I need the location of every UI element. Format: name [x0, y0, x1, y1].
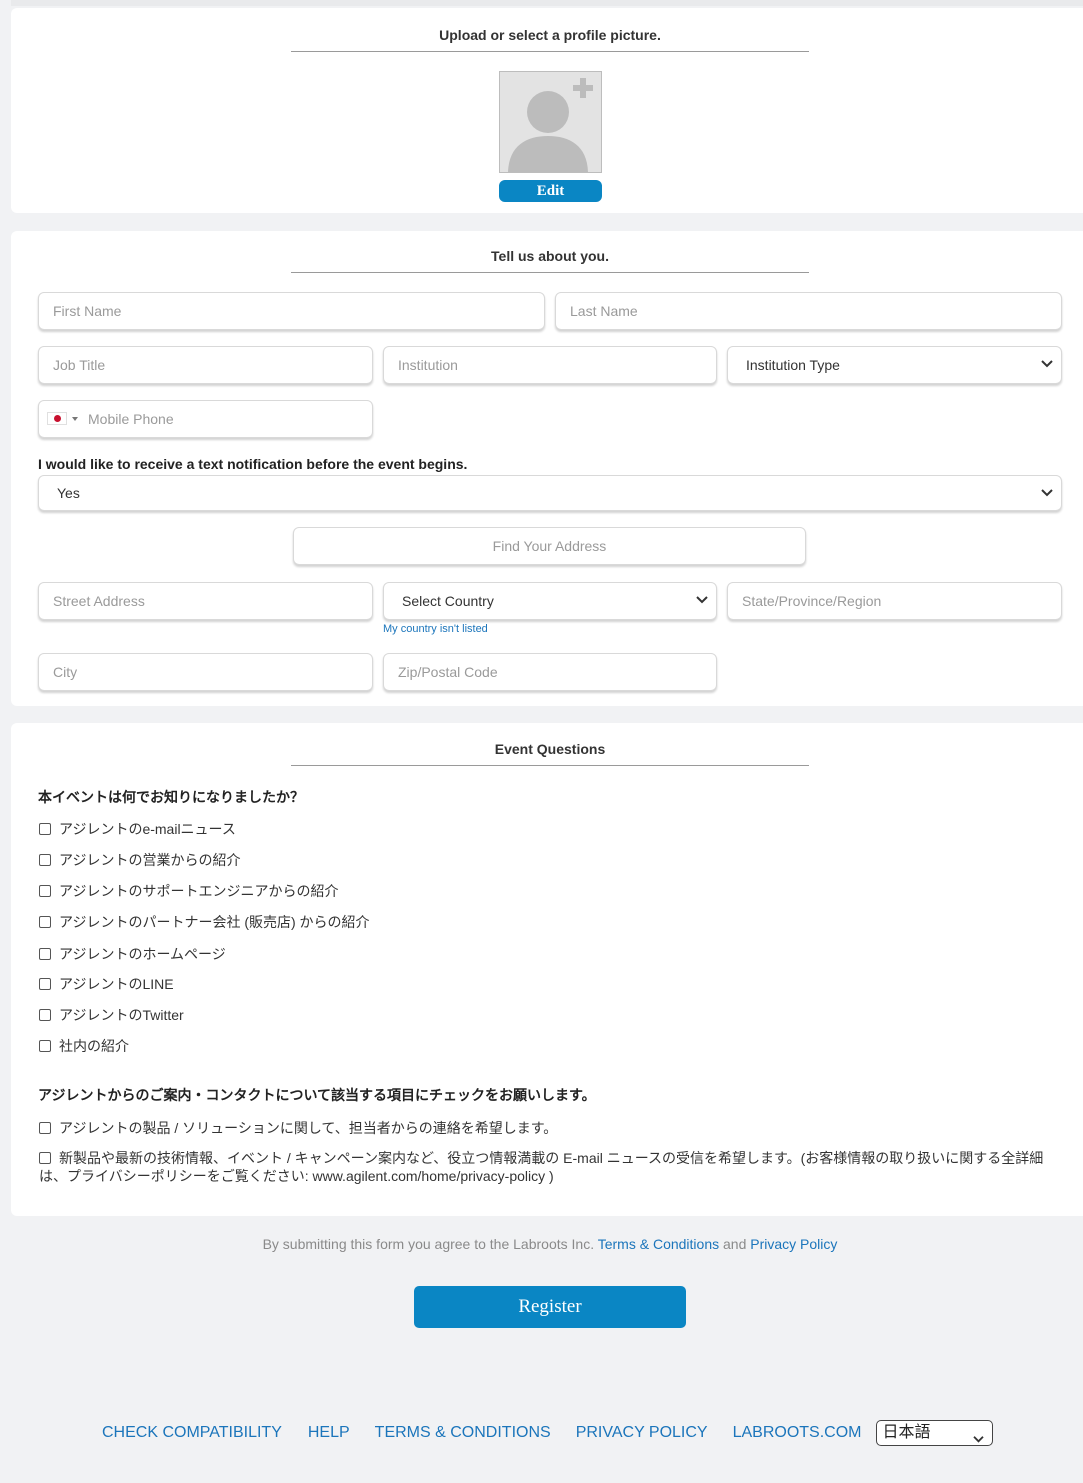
last-name-field[interactable] [555, 292, 1062, 330]
checkbox-row[interactable]: アジレントの製品 / ソリューションに関して、担当者からの連絡を希望します。 [39, 1118, 557, 1138]
first-name-input[interactable] [53, 293, 544, 329]
checkbox[interactable] [39, 823, 51, 835]
footer-link-help[interactable]: HELP [308, 1424, 350, 1442]
checkbox-row[interactable]: アジレントの営業からの紹介 [39, 850, 240, 870]
job-title-input[interactable] [53, 347, 372, 383]
zip-input[interactable] [398, 654, 716, 690]
checkbox-row[interactable]: アジレントのホームページ [39, 944, 226, 964]
terms-link[interactable]: Terms & Conditions [598, 1236, 719, 1252]
institution-type-value: Institution Type [746, 357, 840, 373]
mobile-phone-input[interactable] [88, 401, 358, 437]
city-field[interactable] [38, 653, 373, 691]
chevron-down-icon [696, 595, 708, 605]
checkbox-row[interactable]: アジレントのサポートエンジニアからの紹介 [39, 881, 338, 901]
find-address-input[interactable] [294, 528, 805, 564]
state-input[interactable] [742, 583, 1061, 619]
avatar-placeholder-icon [508, 78, 593, 172]
privacy-link[interactable]: Privacy Policy [750, 1236, 837, 1252]
state-field[interactable] [727, 582, 1062, 620]
footer-nav: CHECK COMPATIBILITY HELP TERMS & CONDITI… [102, 1420, 993, 1446]
event-questions-card: Event Questions 本イベントは何でお知りになりましたか？ アジレン… [11, 723, 1083, 1216]
checkbox-row[interactable]: アジレントのe-mailニュース [39, 819, 236, 839]
checkbox-row[interactable]: アジレントのTwitter [39, 1005, 184, 1025]
agreement-text: By submitting this form you agree to the… [262, 1236, 838, 1252]
chevron-down-icon [1041, 359, 1053, 369]
checkbox-row[interactable]: アジレントのパートナー会社 (販売店) からの紹介 [39, 912, 370, 932]
country-select[interactable]: Select Country [383, 582, 717, 620]
first-name-field[interactable] [38, 292, 545, 330]
checkbox[interactable] [39, 978, 51, 990]
caret-down-icon [72, 416, 78, 421]
job-title-field[interactable] [38, 346, 373, 384]
checkbox-row[interactable]: 社内の紹介 [39, 1036, 129, 1056]
chevron-down-icon [1041, 488, 1053, 498]
about-you-card: Tell us about you. Institution Type I wo… [11, 231, 1083, 706]
country-value: Select Country [402, 593, 494, 609]
footer-link-terms[interactable]: TERMS & CONDITIONS [375, 1424, 551, 1442]
country-not-listed-link[interactable]: My country isn't listed [383, 623, 488, 635]
event-section-title: Event Questions [291, 741, 809, 766]
language-value: 日本語 [882, 1424, 931, 1441]
checkbox[interactable] [39, 948, 51, 960]
profile-picture-card: Upload or select a profile picture. Edit [11, 8, 1083, 213]
text-notification-select[interactable]: Yes [38, 475, 1062, 511]
checkbox-row[interactable]: アジレントのLINE [39, 974, 174, 994]
language-select[interactable]: 日本語 [875, 1420, 993, 1446]
last-name-input[interactable] [570, 293, 1061, 329]
checkbox[interactable] [39, 1122, 51, 1134]
checkbox-row[interactable]: 新製品や最新の技術情報、イベント / キャンペーン案内など、役立つ情報満載の E… [39, 1149, 1059, 1185]
text-notification-label: I would like to receive a text notificat… [38, 456, 468, 472]
mobile-phone-field[interactable] [38, 400, 373, 438]
street-address-input[interactable] [53, 583, 372, 619]
chevron-down-icon [972, 1428, 984, 1452]
about-section-title: Tell us about you. [291, 248, 809, 273]
footer-link-check-compatibility[interactable]: CHECK COMPATIBILITY [102, 1424, 282, 1442]
top-divider [11, 0, 1083, 6]
city-input[interactable] [53, 654, 372, 690]
japan-flag-icon [47, 412, 67, 425]
institution-input[interactable] [398, 347, 716, 383]
checkbox[interactable] [39, 1040, 51, 1052]
register-button[interactable]: Register [414, 1286, 686, 1328]
zip-field[interactable] [383, 653, 717, 691]
avatar[interactable] [499, 71, 602, 173]
question-contact-preferences: アジレントからのご案内・コンタクトについて該当する項目にチェックをお願いします。 [38, 1087, 596, 1103]
checkbox[interactable] [39, 854, 51, 866]
footer-link-privacy[interactable]: PRIVACY POLICY [576, 1424, 708, 1442]
edit-avatar-button[interactable]: Edit [499, 180, 602, 202]
question-how-did-you-hear: 本イベントは何でお知りになりましたか？ [38, 789, 304, 805]
country-flag-dropdown[interactable] [47, 412, 78, 425]
footer-link-labroots[interactable]: LABROOTS.COM [733, 1424, 862, 1442]
institution-field[interactable] [383, 346, 717, 384]
profile-section-title: Upload or select a profile picture. [291, 27, 809, 52]
checkbox[interactable] [39, 916, 51, 928]
street-address-field[interactable] [38, 582, 373, 620]
institution-type-select[interactable]: Institution Type [727, 346, 1062, 384]
checkbox[interactable] [39, 1009, 51, 1021]
checkbox[interactable] [39, 885, 51, 897]
find-address-field[interactable] [293, 527, 806, 565]
text-notification-value: Yes [57, 485, 80, 501]
